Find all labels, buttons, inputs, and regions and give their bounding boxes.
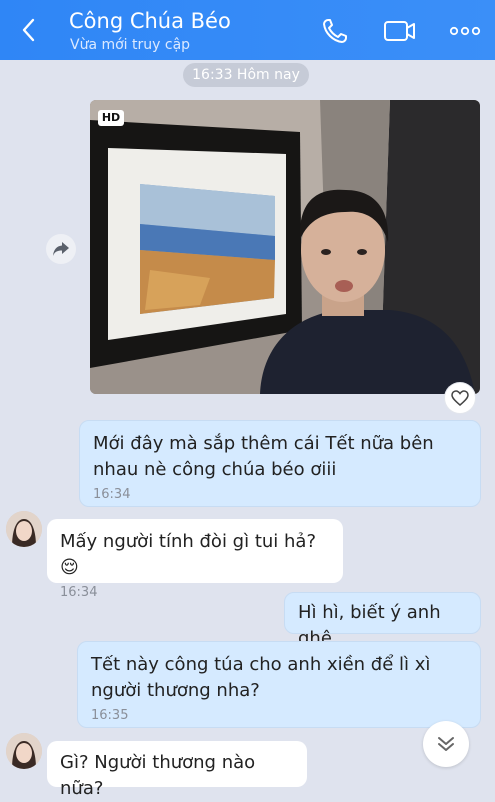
video-camera-icon xyxy=(384,21,415,41)
chat-header: Công Chúa Béo Vừa mới truy cập xyxy=(0,0,495,60)
message-bubble-incoming[interactable]: Gì? Người thương nào nữa? xyxy=(47,741,307,799)
avatar-image xyxy=(6,733,42,769)
avatar-image xyxy=(6,511,42,547)
chevron-left-icon xyxy=(22,18,35,42)
contact-name[interactable]: Công Chúa Béo xyxy=(69,8,231,34)
like-button[interactable] xyxy=(445,383,475,413)
photo-message[interactable]: HD xyxy=(90,100,480,394)
more-button[interactable] xyxy=(448,14,482,48)
photo-image xyxy=(90,100,480,394)
message-bubble-incoming[interactable]: Mấy người tính đòi gì tui hả? 😌 16:34 xyxy=(47,519,343,600)
share-arrow-icon xyxy=(53,242,69,256)
more-dots-icon xyxy=(449,26,481,36)
message-bubble-outgoing[interactable]: Hì hì, biết ý anh ghê xyxy=(284,592,481,649)
message-bubble-outgoing[interactable]: Tết này công túa cho anh xiền để lì xì n… xyxy=(77,641,481,728)
message-text: Gì? Người thương nào nữa? xyxy=(60,752,256,799)
share-button[interactable] xyxy=(46,234,76,264)
scroll-to-bottom-button[interactable] xyxy=(423,721,469,767)
avatar[interactable] xyxy=(6,733,42,769)
call-button[interactable] xyxy=(318,14,352,48)
hd-badge: HD xyxy=(98,110,124,126)
contact-status: Vừa mới truy cập xyxy=(70,37,191,53)
video-call-button[interactable] xyxy=(383,14,417,48)
message-text: Mấy người tính đòi gì tui hả? 😌 xyxy=(60,531,316,578)
avatar[interactable] xyxy=(6,511,42,547)
phone-icon xyxy=(323,19,347,43)
message-text: Mới đây mà sắp thêm cái Tết nữa bên nhau… xyxy=(93,433,434,480)
back-button[interactable] xyxy=(14,16,42,44)
chevrons-down-icon xyxy=(438,737,454,751)
message-time: 16:34 xyxy=(93,487,131,502)
heart-icon xyxy=(451,390,469,406)
message-bubble-outgoing[interactable]: Mới đây mà sắp thêm cái Tết nữa bên nhau… xyxy=(79,420,481,507)
date-chip: 16:33 Hôm nay xyxy=(183,63,309,87)
message-text: Tết này công túa cho anh xiền để lì xì n… xyxy=(91,654,431,701)
message-time: 16:35 xyxy=(91,708,129,723)
